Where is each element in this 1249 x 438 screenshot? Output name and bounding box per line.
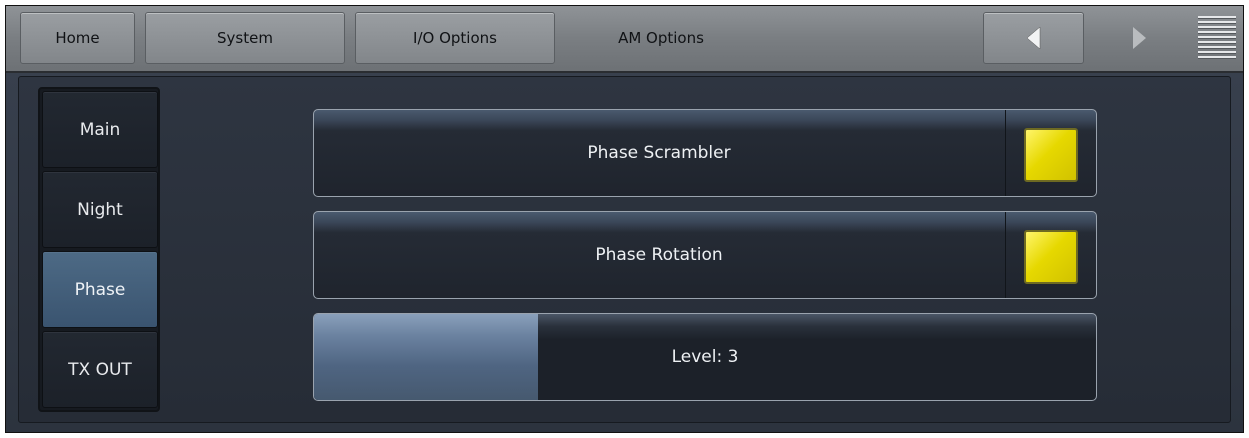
tab-system-label: System (217, 29, 273, 47)
top-navigation-bar: Home System I/O Options AM Options (6, 6, 1243, 73)
phase-scrambler-label: Phase Scrambler (587, 143, 731, 163)
level-slider-label: Level: 3 (671, 347, 739, 367)
side-tab-list: Main Night Phase TX OUT (38, 87, 160, 412)
phase-rotation-label: Phase Rotation (595, 245, 723, 265)
tab-am-options[interactable]: AM Options (561, 12, 761, 64)
tab-io-options[interactable]: I/O Options (355, 12, 555, 64)
forward-button[interactable] (1094, 12, 1184, 64)
back-button[interactable] (983, 12, 1084, 64)
sidebar-item-tx-out[interactable]: TX OUT (42, 331, 158, 408)
menu-lines-icon[interactable] (1198, 16, 1236, 62)
content-panel: Main Night Phase TX OUT Phase Scrambler … (18, 76, 1231, 423)
tab-home-label: Home (55, 29, 100, 47)
app-window: Home System I/O Options AM Options Main … (5, 5, 1244, 433)
phase-scrambler-toggle[interactable]: Phase Scrambler (313, 109, 1097, 197)
divider (1005, 110, 1006, 196)
sidebar-item-label: TX OUT (68, 359, 132, 380)
sidebar-item-phase[interactable]: Phase (42, 251, 158, 328)
arrow-right-icon (1133, 27, 1146, 49)
arrow-left-icon (1026, 27, 1040, 49)
phase-rotation-toggle[interactable]: Phase Rotation (313, 211, 1097, 299)
tab-io-options-label: I/O Options (413, 29, 497, 47)
sidebar-item-label: Night (77, 199, 123, 220)
level-slider[interactable]: Level: 3 (313, 313, 1097, 401)
sidebar-item-label: Main (79, 119, 121, 140)
phase-scrambler-indicator[interactable] (1024, 128, 1078, 182)
tab-home[interactable]: Home (20, 12, 135, 64)
tab-am-options-label: AM Options (618, 29, 704, 47)
sidebar-item-night[interactable]: Night (42, 171, 158, 248)
sidebar-item-label: Phase (74, 279, 126, 300)
phase-rotation-indicator[interactable] (1024, 230, 1078, 284)
divider (1005, 212, 1006, 298)
sidebar-item-main[interactable]: Main (42, 91, 158, 168)
tab-system[interactable]: System (145, 12, 345, 64)
